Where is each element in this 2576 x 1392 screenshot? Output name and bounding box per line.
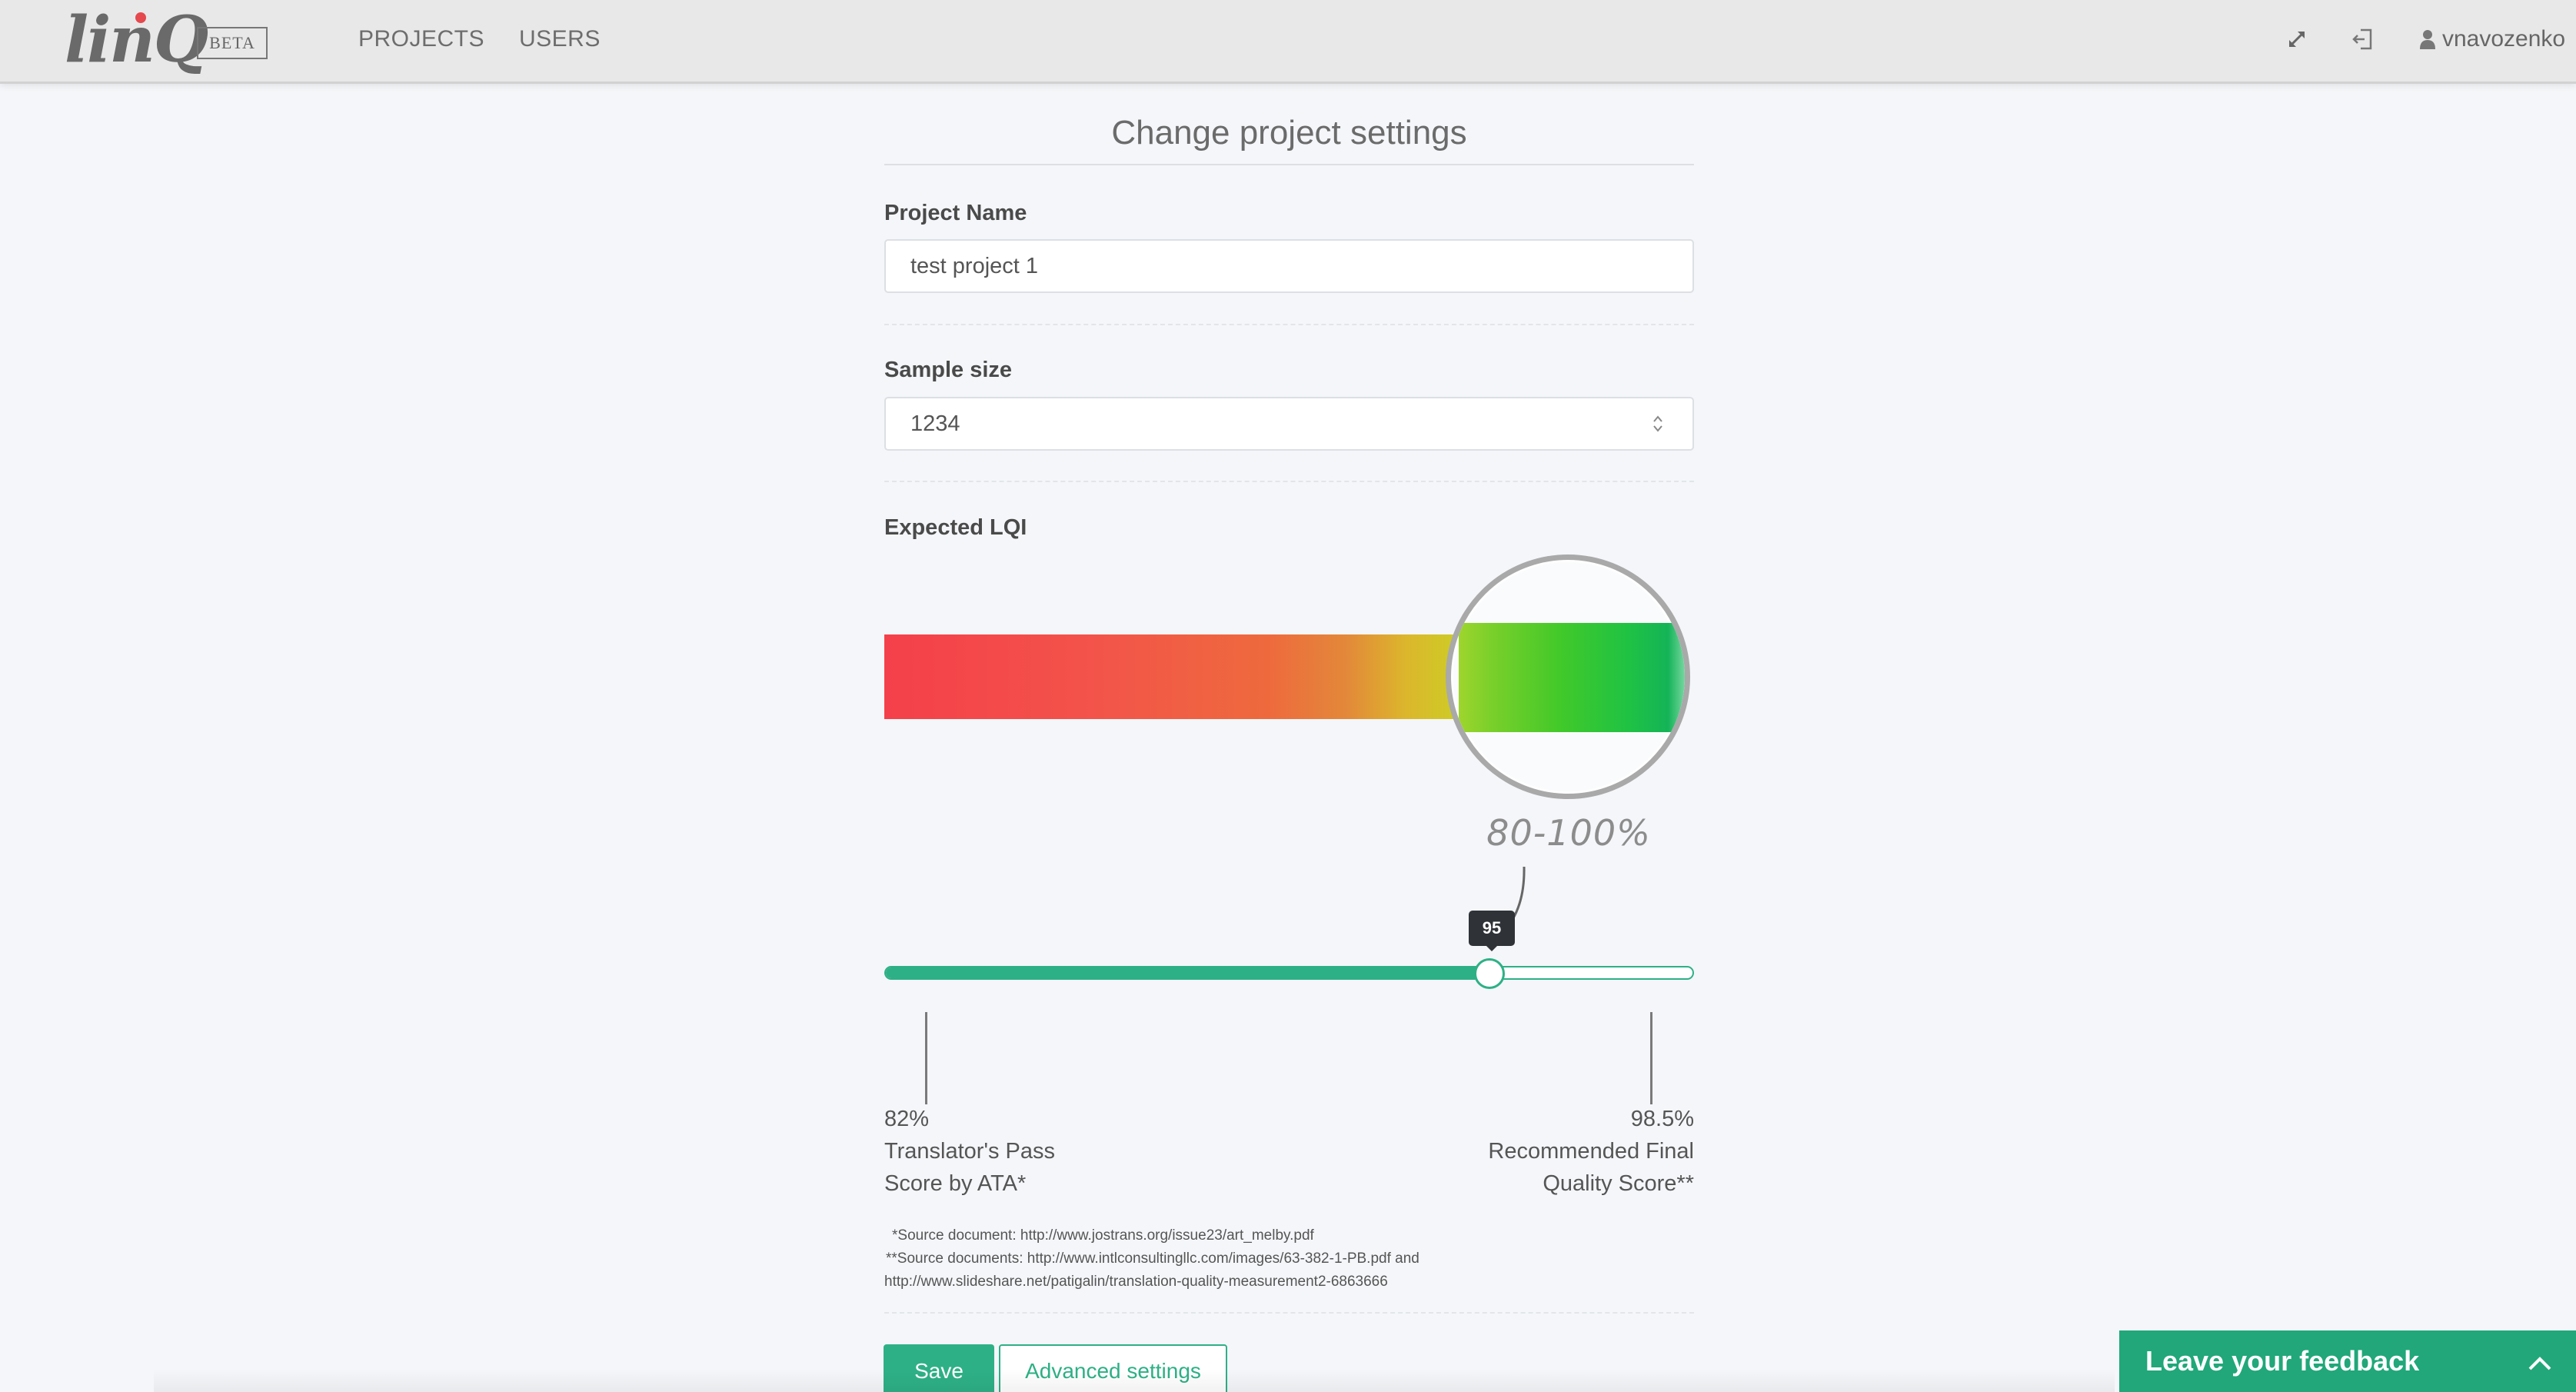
feedback-tab[interactable]: Leave your feedback [2119, 1330, 2576, 1392]
left-marker-line2: Score by ATA* [884, 1171, 1027, 1196]
slider-value-tooltip: 95 [1469, 911, 1515, 946]
title-divider [884, 164, 1694, 165]
lqi-range-label: 80-100% [1486, 812, 1651, 854]
sample-size-input[interactable] [884, 397, 1694, 451]
left-marker-percent: 82% [884, 1107, 930, 1131]
right-marker-text: 98.5% Recommended Final Quality Score** [1425, 1103, 1694, 1200]
project-name-label: Project Name [884, 201, 1027, 225]
left-marker-line [925, 1012, 927, 1104]
lqi-slider-fill [886, 967, 1487, 978]
username-label: vnavozenko [2442, 26, 2566, 52]
magnifier-lens [1446, 554, 1690, 799]
expand-icon[interactable] [2285, 28, 2308, 51]
feedback-label: Leave your feedback [2145, 1345, 2420, 1377]
left-marker-line1: Translator's Pass [884, 1139, 1056, 1164]
section-divider [884, 324, 1694, 325]
expected-lqi-label: Expected LQI [884, 515, 1027, 540]
project-name-input[interactable] [884, 239, 1694, 293]
right-marker-line [1650, 1012, 1652, 1104]
bottom-shadow [154, 1369, 2115, 1392]
lqi-slider-handle[interactable] [1474, 958, 1505, 989]
logo-dot-icon [135, 12, 146, 23]
page-title: Change project settings [1111, 114, 1467, 152]
beta-badge: BETA [197, 27, 268, 59]
sign-out-icon[interactable] [2351, 28, 2375, 51]
nav-users-link[interactable]: USERS [519, 26, 601, 52]
right-marker-percent: 98.5% [1630, 1107, 1694, 1131]
lqi-gradient-bar [884, 634, 1476, 719]
section-divider [884, 1312, 1694, 1314]
magnified-gradient [1459, 623, 1685, 732]
right-marker-line1: Recommended Final [1488, 1139, 1694, 1164]
lqi-slider-track[interactable] [884, 966, 1694, 980]
sample-size-label: Sample size [884, 358, 1013, 382]
top-navbar: linQ BETA PROJECTS USERS vnavozenko [0, 0, 2576, 84]
section-divider [884, 481, 1694, 482]
tooltip-arrow [1485, 944, 1499, 951]
linq-logo[interactable]: linQ [65, 2, 208, 78]
nav-projects-link[interactable]: PROJECTS [358, 26, 484, 52]
chevron-up-icon[interactable] [2527, 1355, 2553, 1372]
footnote-1: *Source document: http://www.jostrans.or… [892, 1227, 1314, 1244]
right-marker-line2: Quality Score** [1543, 1171, 1694, 1196]
footnote-2: **Source documents: http://www.intlconsu… [886, 1250, 1419, 1267]
user-icon [2420, 30, 2435, 49]
number-spinner-icon[interactable] [1650, 412, 1666, 435]
footnote-3: http://www.slideshare.net/patigalin/tran… [884, 1274, 1388, 1290]
user-menu[interactable]: vnavozenko [2419, 26, 2565, 52]
left-marker-text: 82% Translator's Pass Score by ATA* [884, 1103, 1055, 1200]
